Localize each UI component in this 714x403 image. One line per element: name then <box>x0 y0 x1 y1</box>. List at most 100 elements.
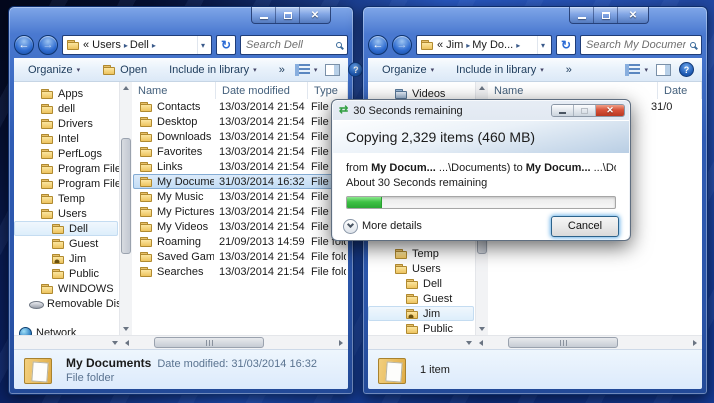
file-row[interactable]: My Videos 13/03/2014 21:54 File folder <box>133 219 347 234</box>
tree-item[interactable]: Jim <box>14 251 118 266</box>
scrollbar-thumb[interactable] <box>508 337 618 348</box>
scroll-right-icon[interactable] <box>688 339 702 346</box>
cancel-button[interactable]: Cancel <box>551 215 619 237</box>
scrollbar-thumb[interactable] <box>154 337 264 348</box>
tree-item[interactable]: Dell <box>368 276 474 291</box>
tree-item[interactable]: Program Files (x <box>14 176 119 191</box>
toolbar-button[interactable]: » <box>560 62 578 78</box>
scroll-right-icon[interactable] <box>334 339 348 346</box>
column-header-name[interactable]: Name <box>488 82 658 99</box>
scroll-down-icon[interactable] <box>120 323 132 335</box>
scroll-left-icon[interactable] <box>120 339 134 346</box>
refresh-button[interactable]: ↻ <box>556 35 576 55</box>
scroll-up-icon[interactable] <box>476 82 488 94</box>
tree-item[interactable]: Network <box>14 325 118 335</box>
minimize-button[interactable] <box>552 105 574 116</box>
preview-pane-icon[interactable] <box>325 63 341 76</box>
close-button[interactable]: ✕ <box>618 7 648 23</box>
tree-item[interactable]: Temp <box>368 246 474 261</box>
back-button[interactable]: ← <box>368 35 388 55</box>
tree-item[interactable]: Drivers <box>14 116 118 131</box>
horizontal-scrollbar[interactable] <box>14 335 348 349</box>
back-button[interactable]: ← <box>14 35 34 55</box>
tree-item[interactable]: Intel <box>14 131 118 146</box>
tree-item[interactable]: Jim <box>368 306 474 321</box>
change-view-caret-icon[interactable]: ▾ <box>644 66 648 74</box>
minimize-button[interactable] <box>252 7 276 23</box>
tree-scrollbar-thumb[interactable] <box>121 137 131 255</box>
file-row[interactable]: My Pictures 13/03/2014 21:54 File folder <box>133 204 347 219</box>
scroll-down-icon[interactable] <box>476 323 488 335</box>
more-details-chevron-icon[interactable] <box>343 218 358 234</box>
folder-icon <box>394 88 408 100</box>
close-button[interactable]: ✕ <box>300 7 330 23</box>
scroll-up-icon[interactable] <box>120 82 132 94</box>
column-header-type[interactable]: Type <box>308 82 348 99</box>
item-count: 1 item <box>420 363 450 376</box>
address-bar[interactable]: « Users ▸ Dell ▸ ▾ <box>62 35 212 55</box>
file-row[interactable]: Saved Games 13/03/2014 21:54 File folder <box>133 249 347 264</box>
horizontal-scrollbar[interactable] <box>368 335 702 349</box>
toolbar-button[interactable]: Open <box>96 62 153 78</box>
file-row[interactable]: Searches 13/03/2014 21:54 File folder <box>133 264 347 279</box>
tree-scroll-down-icon[interactable] <box>112 340 118 345</box>
file-row[interactable]: Downloads 13/03/2014 21:54 File folder <box>133 129 347 144</box>
change-view-caret-icon[interactable]: ▾ <box>314 66 318 74</box>
breadcrumb-segment[interactable]: Dell ▸ <box>130 39 156 51</box>
toolbar-button[interactable]: Organize ▾ <box>22 62 86 78</box>
file-row[interactable]: My Music 13/03/2014 21:54 File folder <box>133 189 347 204</box>
tree-scroll-down-icon[interactable] <box>466 340 472 345</box>
tree-item[interactable]: Public <box>14 266 118 281</box>
tree-item[interactable]: PerfLogs <box>14 146 118 161</box>
maximize-button[interactable] <box>276 7 300 23</box>
tree-item[interactable]: Guest <box>368 291 474 306</box>
close-button[interactable]: ✕ <box>596 105 624 116</box>
file-row[interactable]: Desktop 13/03/2014 21:54 File folder <box>133 114 347 129</box>
tree-scrollbar[interactable] <box>119 82 132 335</box>
search-box[interactable]: Search Dell <box>240 35 348 55</box>
tree-item[interactable]: dell <box>14 101 118 116</box>
file-row[interactable]: Contacts 13/03/2014 21:54 File folder <box>133 99 347 114</box>
refresh-button[interactable]: ↻ <box>216 35 236 55</box>
forward-button[interactable]: → <box>38 35 58 55</box>
tree-item[interactable]: WINDOWS <box>14 281 118 296</box>
breadcrumb-segment[interactable]: Jim ▸ <box>446 39 470 51</box>
breadcrumb-segment[interactable]: Users ▸ <box>92 39 128 51</box>
tree-item[interactable]: Temp <box>14 191 118 206</box>
more-details-label[interactable]: More details <box>362 220 422 232</box>
address-dropdown-icon[interactable]: ▾ <box>196 36 208 54</box>
column-header-date[interactable]: Date modified <box>216 82 308 99</box>
folder-icon <box>40 118 54 130</box>
change-view-icon[interactable] <box>294 63 310 76</box>
help-icon[interactable]: ? <box>679 62 694 77</box>
toolbar-button[interactable]: Include in library ▾ <box>163 62 263 78</box>
forward-button[interactable]: → <box>392 35 412 55</box>
address-dropdown-icon[interactable]: ▾ <box>536 36 548 54</box>
minimize-button[interactable] <box>570 7 594 23</box>
folder-icon <box>40 193 54 205</box>
tree-item[interactable]: Users <box>14 206 118 221</box>
file-row[interactable]: Favorites 13/03/2014 21:54 File folder <box>133 144 347 159</box>
toolbar-button[interactable]: Include in library ▾ <box>450 62 550 78</box>
column-header-name[interactable]: Name <box>132 82 216 99</box>
tree-item[interactable]: Guest <box>14 236 118 251</box>
change-view-icon[interactable] <box>625 63 641 76</box>
maximize-button[interactable] <box>594 7 618 23</box>
scroll-left-icon[interactable] <box>474 339 488 346</box>
tree-item[interactable]: Removable Disk ( <box>14 296 119 311</box>
breadcrumb-segment[interactable]: My Do... ▸ <box>472 39 520 51</box>
address-bar[interactable]: « Jim ▸ My Do... ▸ ▾ <box>416 35 552 55</box>
tree-item[interactable]: Program Files <box>14 161 119 176</box>
toolbar-button[interactable]: Organize ▾ <box>376 62 440 78</box>
preview-pane-icon[interactable] <box>656 63 671 76</box>
file-row[interactable]: Roaming 21/09/2013 14:59 File folder <box>133 234 347 249</box>
search-box[interactable]: Search My Documents <box>580 35 702 55</box>
tree-item[interactable]: Dell <box>14 221 118 236</box>
toolbar-button[interactable]: » <box>273 62 291 78</box>
tree-item[interactable]: Users <box>368 261 474 276</box>
tree-item[interactable]: Apps <box>14 86 118 101</box>
file-row[interactable]: Links 13/03/2014 21:54 File folder <box>133 159 347 174</box>
file-row[interactable]: My Documents 31/03/2014 16:32 File folde… <box>133 174 347 189</box>
tree-item[interactable]: Public <box>368 321 474 335</box>
column-header-date[interactable]: Date <box>658 82 702 99</box>
